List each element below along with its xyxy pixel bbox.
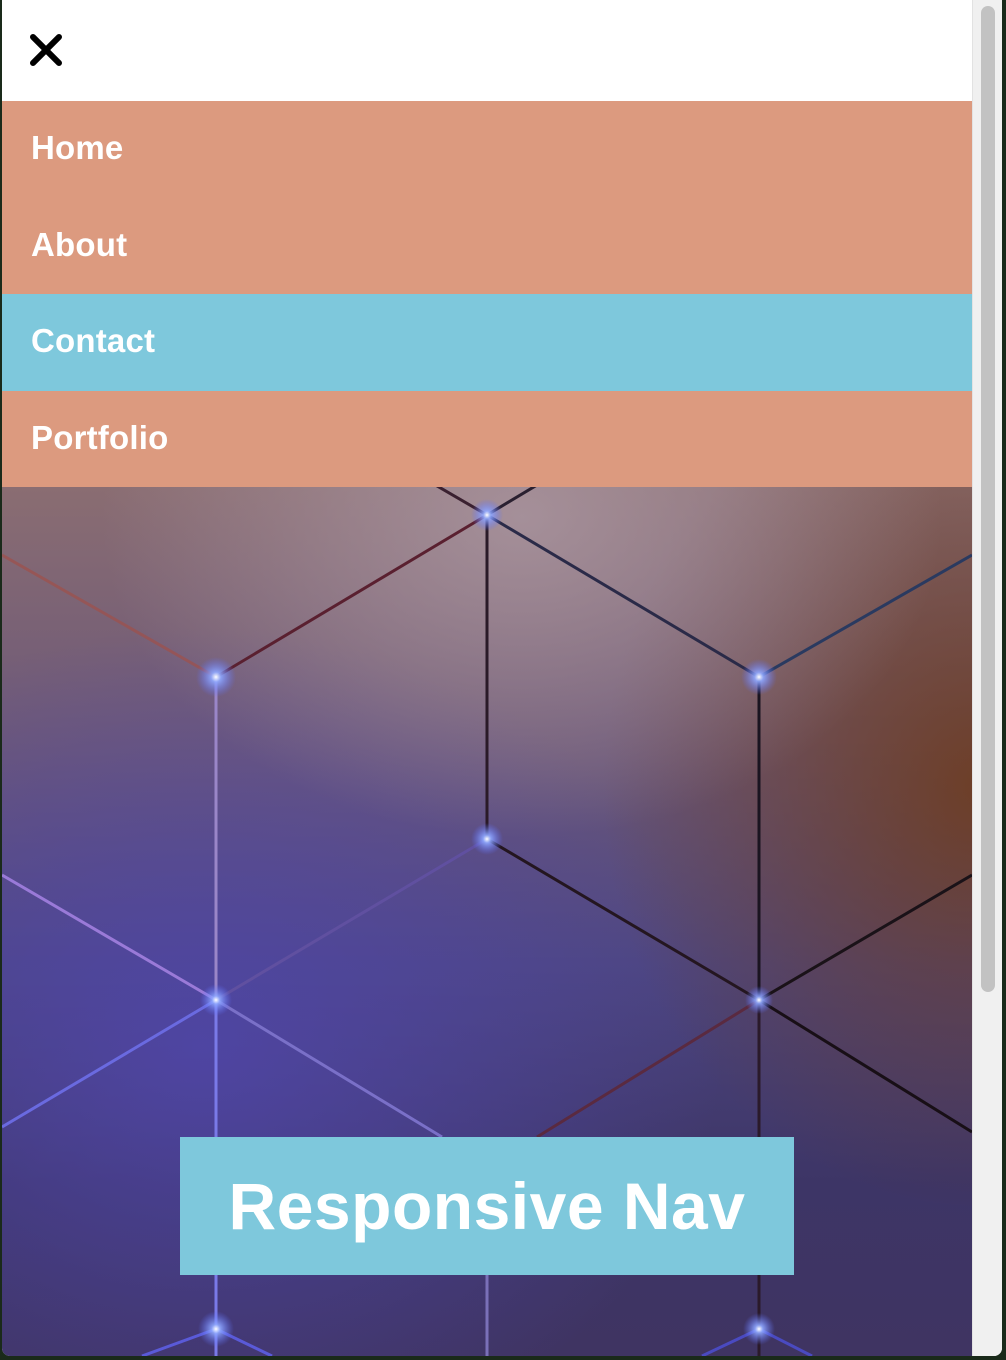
nav-item-home[interactable]: Home xyxy=(2,101,972,198)
close-menu-button[interactable] xyxy=(26,30,66,70)
vertical-scrollbar[interactable] xyxy=(972,0,1002,1356)
nav-item-about[interactable]: About xyxy=(2,197,972,294)
hero-section: Responsive Nav xyxy=(2,487,972,1356)
nav-item-label: About xyxy=(31,225,128,263)
nav-menu: Home About Contact Portfolio xyxy=(2,101,972,487)
hero-title: Responsive Nav xyxy=(180,1137,794,1275)
nav-item-contact[interactable]: Contact xyxy=(2,294,972,391)
nav-item-label: Contact xyxy=(31,322,156,360)
nav-item-label: Home xyxy=(31,129,124,167)
nav-item-label: Portfolio xyxy=(31,418,169,456)
scrollbar-thumb[interactable] xyxy=(981,6,995,992)
browser-window: Home About Contact Portfolio Responsive … xyxy=(2,0,1002,1356)
nav-header xyxy=(2,0,972,101)
page-viewport: Home About Contact Portfolio Responsive … xyxy=(2,0,972,1356)
close-icon xyxy=(30,34,62,66)
nav-item-portfolio[interactable]: Portfolio xyxy=(2,390,972,487)
